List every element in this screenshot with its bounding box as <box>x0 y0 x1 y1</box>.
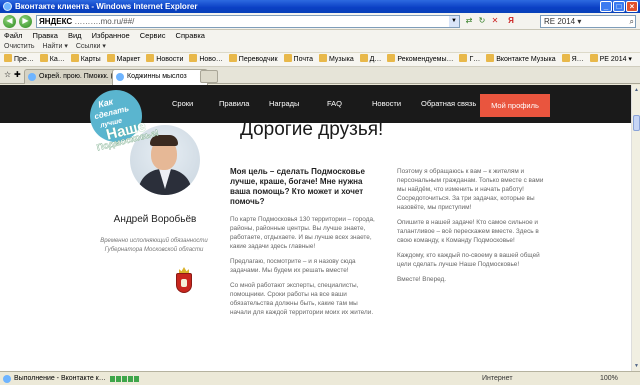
nav-link-rules[interactable]: Правила <box>219 99 249 108</box>
menu-bar: Файл Правка Вид Избранное Сервис Справка <box>0 30 640 41</box>
page-title: Дорогие друзья! <box>240 119 384 140</box>
paragraph: Поэтому я обращаюсь к вам – к жителям и … <box>397 168 544 211</box>
ie-icon <box>3 2 12 11</box>
yandex-search-icon: Я <box>508 16 514 25</box>
favorite-item[interactable]: Карты <box>70 53 101 66</box>
page-content: Сроки Правила Награды FAQ Новости Обратн… <box>0 85 631 371</box>
toolbar-links[interactable]: Ссылки ▾ <box>76 43 106 50</box>
coat-of-arms-icon <box>175 267 193 297</box>
paragraph: По карте Подмосковья 130 территории – го… <box>230 216 375 250</box>
back-icon[interactable]: ◀ <box>3 15 16 28</box>
search-value: RE 2014 ▾ <box>544 17 582 26</box>
toolbar-row: Очистить Найти ▾ Ссылки ▾ <box>0 41 640 53</box>
tab-row: ☆ ✚ Окрей. прою. Пмоккк. (… Коджинны мыс… <box>0 67 640 85</box>
favorite-item[interactable]: Маркет <box>106 53 140 66</box>
new-tab-button[interactable] <box>200 70 218 83</box>
site-logo[interactable]: Как сделать лучше Наше Подмосковье! <box>84 85 168 153</box>
address-bar[interactable]: ЯНДЕКС ……….mo.ru/##/ ▼ <box>36 15 460 28</box>
favorite-item[interactable]: Вконтакте Музыка <box>486 53 556 66</box>
window-title: Вконтакте клиента - Windows Internet Exp… <box>15 2 198 11</box>
minimize-button[interactable]: _ <box>600 1 612 12</box>
favorite-item[interactable]: Переводчик <box>228 53 278 66</box>
nav-link-awards[interactable]: Награды <box>269 99 299 108</box>
menu-help[interactable]: Справка <box>176 31 205 40</box>
address-path: ……….mo.ru/##/ <box>74 17 135 26</box>
security-zone: Интернет <box>482 375 513 382</box>
favorite-item[interactable]: Я… <box>561 53 584 66</box>
menu-view[interactable]: Вид <box>68 31 82 40</box>
page-status-icon <box>3 375 11 383</box>
menu-tools[interactable]: Сервис <box>140 31 166 40</box>
status-text: Выполнение - Вконтакте к… <box>14 375 106 382</box>
tab-2-label: Коджинны мыслоз <box>127 73 187 80</box>
favorite-item[interactable]: Рекомендуемы… <box>387 53 453 66</box>
tab-favicon <box>116 73 124 81</box>
title-bar: Вконтакте клиента - Windows Internet Exp… <box>0 0 640 13</box>
scroll-thumb[interactable] <box>633 115 640 131</box>
search-input[interactable]: RE 2014 ▾ ⌕ <box>540 15 636 28</box>
tab-favicon <box>28 73 36 81</box>
search-icon[interactable]: ⌕ <box>630 16 634 27</box>
menu-edit[interactable]: Правка <box>33 31 58 40</box>
nav-link-news[interactable]: Новости <box>372 99 401 108</box>
favorite-item[interactable]: Новости <box>146 53 183 66</box>
stop-icon[interactable]: ✕ <box>490 16 500 26</box>
favorite-item[interactable]: Пре… <box>4 53 34 66</box>
vertical-scrollbar[interactable]: ▲ ▼ <box>631 85 640 371</box>
favorite-item[interactable]: Музыка <box>318 53 354 66</box>
favorite-item[interactable]: Ка… <box>39 53 65 66</box>
favorite-item[interactable]: Ново… <box>189 53 223 66</box>
paragraph: Опишите в нашей задаче! Кто самое сильно… <box>397 219 539 244</box>
address-row: ◀ ▶ ЯНДЕКС ……….mo.ru/##/ ▼ ⇄ ↻ ✕ Я RE 20… <box>0 13 640 30</box>
maximize-button[interactable]: □ <box>613 1 625 12</box>
add-favorite-icon[interactable]: ✚ <box>14 70 21 79</box>
refresh-icon[interactable]: ↻ <box>477 16 487 26</box>
paragraph: Предлагаю, посмотрите – и я назову сюда … <box>230 258 356 274</box>
favorite-item[interactable]: РЕ 2014 ▾ <box>589 53 632 66</box>
progress-bar <box>110 376 139 382</box>
nav-link-deadlines[interactable]: Сроки <box>172 99 193 108</box>
toolbar-find[interactable]: Найти ▾ <box>42 43 67 50</box>
favorite-item[interactable]: Г… <box>459 53 480 66</box>
zoom-level[interactable]: 100% <box>600 372 618 385</box>
tab-1-label: Окрей. прою. Пмоккк. (… <box>39 73 120 80</box>
favorites-star-icon[interactable]: ☆ <box>4 70 11 79</box>
my-profile-button[interactable]: Мой профиль <box>480 94 550 117</box>
lead-paragraph: Моя цель – сделать Подмосковье лучше, кр… <box>230 167 365 206</box>
menu-favorites[interactable]: Избранное <box>92 31 130 40</box>
text-column-right: Поэтому я обращаюсь к вам – к жителям и … <box>397 167 549 290</box>
favorites-bar: Пре… Ка… Карты Маркет Новости Ново… Пере… <box>0 53 640 67</box>
tab-1[interactable]: Окрей. прою. Пмоккк. (… <box>24 69 120 84</box>
text-column-left: Моя цель – сделать Подмосковье лучше, кр… <box>230 167 380 323</box>
compat-icon[interactable]: ⇄ <box>464 16 474 26</box>
menu-file[interactable]: Файл <box>4 31 22 40</box>
address-domain: ЯНДЕКС <box>39 17 73 26</box>
paragraph: Вместе! Вперед. <box>397 276 447 283</box>
favorite-item[interactable]: Почта <box>283 53 313 66</box>
scroll-up-icon[interactable]: ▲ <box>633 86 640 94</box>
toolbar-clear[interactable]: Очистить <box>4 43 34 50</box>
address-dropdown-icon[interactable]: ▼ <box>449 16 459 27</box>
person-role: Временно исполняющий обязанности Губерна… <box>100 238 208 253</box>
tab-2[interactable]: Коджинны мыслоз × <box>112 69 208 85</box>
nav-link-feedback[interactable]: Обратная связь <box>421 99 476 108</box>
favorite-item[interactable]: Д… <box>359 53 381 66</box>
forward-icon[interactable]: ▶ <box>19 15 32 28</box>
paragraph: Со мной работают эксперты, специалисты, … <box>230 282 374 316</box>
close-button[interactable]: × <box>626 1 638 12</box>
person-name: Андрей Воробьёв <box>113 214 197 225</box>
paragraph: Каждому, кто каждый по-своему в вашей об… <box>397 252 540 268</box>
status-bar: Выполнение - Вконтакте к… Интернет 100% <box>0 371 640 385</box>
nav-link-faq[interactable]: FAQ <box>327 99 342 108</box>
scroll-down-icon[interactable]: ▼ <box>633 362 640 370</box>
